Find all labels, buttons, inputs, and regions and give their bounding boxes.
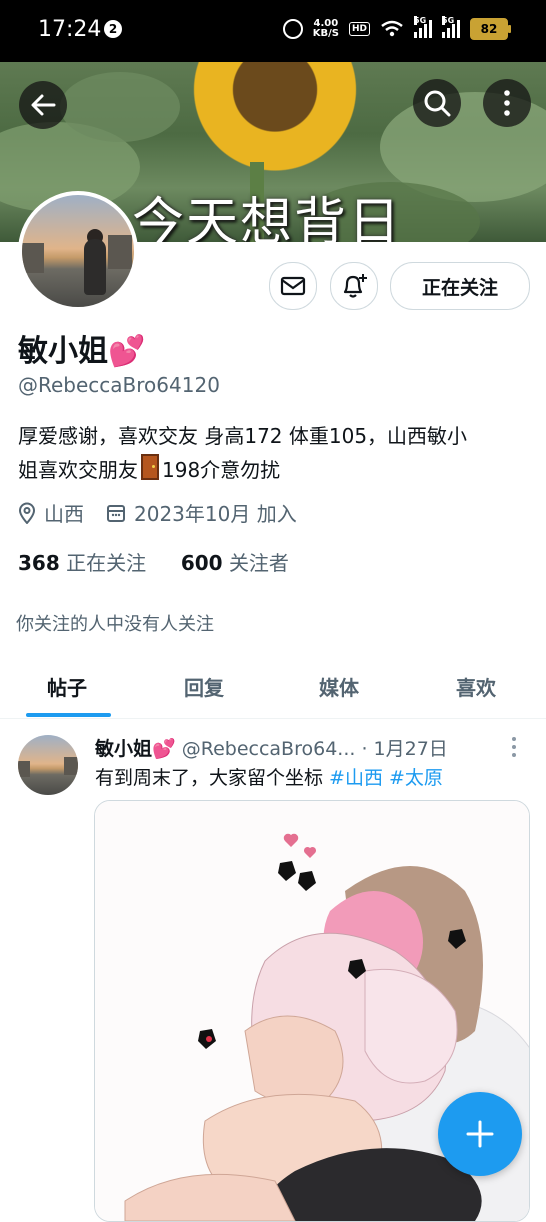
more-options-button[interactable] [483, 79, 531, 127]
profile-name: 敏小姐💕 [18, 334, 146, 369]
tab-media[interactable]: 媒体 [319, 672, 359, 701]
battery-icon: 82 [470, 18, 511, 40]
hashtag-link[interactable]: #山西 [329, 767, 383, 789]
hashtag-link[interactable]: #太原 [389, 767, 443, 789]
follow-stats: 368 正在关注 600 关注者 [18, 547, 289, 576]
post-avatar[interactable] [18, 735, 78, 795]
status-time: 17:24 [38, 17, 102, 42]
heart-emoji: 💕 [108, 334, 146, 369]
profile-joined-date: 2023年10月 加入 [134, 502, 297, 526]
profile-location: 山西 [44, 502, 84, 526]
signal-sim1-icon: 5G [414, 16, 432, 38]
more-vertical-icon [504, 90, 510, 116]
tab-posts[interactable]: 帖子 [47, 672, 87, 701]
heart-emoji: 💕 [152, 738, 176, 760]
status-bar: 17:24 2 4.00 KB/S HD 5G 5G 82 [0, 0, 546, 62]
post-more-button[interactable] [510, 736, 518, 762]
post-author-handle[interactable]: @RebeccaBro64... [182, 738, 356, 760]
hd-voice-icon: HD [348, 22, 370, 36]
banner-caption: 今天想背日 [132, 193, 403, 242]
post-text: 有到周末了，大家留个坐标 #山西 #太原 [95, 767, 443, 789]
plus-icon [466, 1120, 494, 1148]
post-header: 敏小姐💕 @RebeccaBro64... · 1月27日 [95, 734, 515, 761]
post-date[interactable]: · 1月27日 [361, 738, 447, 760]
compose-post-button[interactable] [438, 1092, 522, 1176]
notification-count-badge: 2 [104, 20, 122, 38]
tab-likes[interactable]: 喜欢 [456, 672, 496, 701]
sunflower-image [175, 62, 375, 172]
following-button[interactable]: 正在关注 [390, 262, 530, 310]
more-vertical-icon [512, 737, 516, 757]
wifi-icon [381, 20, 403, 37]
location-pin-icon [18, 502, 36, 524]
back-arrow-icon [31, 94, 56, 116]
message-button[interactable] [269, 262, 317, 310]
profile-bio: 厚爱感谢，喜欢交友 身高172 体重105，山西敏小 姐喜欢交朋友 198介意勿扰 [18, 424, 468, 482]
mail-icon [280, 276, 306, 296]
signal-sim2-icon: 5G [442, 16, 460, 38]
tab-replies[interactable]: 回复 [184, 672, 224, 701]
followers-link[interactable]: 600 关注者 [181, 551, 289, 575]
following-link[interactable]: 368 正在关注 [18, 551, 146, 575]
alarm-icon [282, 19, 303, 39]
active-tab-indicator [26, 713, 111, 717]
mutual-followers-note: 你关注的人中没有人关注 [16, 614, 214, 635]
calendar-icon [106, 503, 126, 523]
network-speed: 4.00 KB/S [312, 18, 339, 39]
notifications-button[interactable] [330, 262, 378, 310]
bell-plus-icon [343, 274, 367, 298]
post-author-name[interactable]: 敏小姐 [95, 738, 152, 760]
door-emoji [141, 454, 159, 480]
profile-avatar[interactable] [18, 191, 138, 311]
status-indicators: 4.00 KB/S HD 5G 5G 82 [282, 16, 511, 40]
search-icon [424, 90, 451, 117]
profile-handle: @RebeccaBro64120 [18, 373, 220, 397]
profile-tabs: 帖子 回复 媒体 喜欢 [0, 660, 546, 719]
search-button[interactable] [413, 79, 461, 127]
back-button[interactable] [19, 81, 67, 129]
profile-meta: 山西 2023年10月 加入 [18, 498, 297, 527]
